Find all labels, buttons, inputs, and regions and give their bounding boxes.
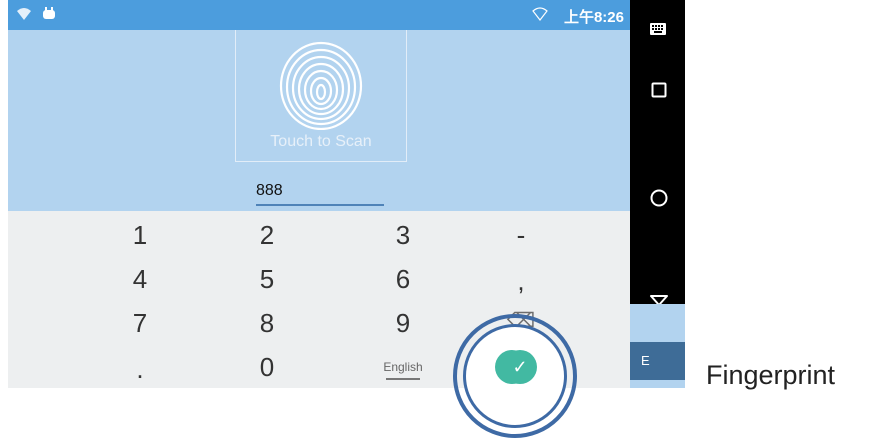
key-dash[interactable]: -: [486, 213, 556, 257]
navigation-bar: [630, 0, 685, 306]
key-9[interactable]: 9: [368, 301, 438, 345]
fingerprint-icon: [278, 38, 364, 135]
key-7[interactable]: 7: [105, 301, 175, 345]
wifi-icon: [16, 7, 32, 26]
scan-label: Touch to Scan: [270, 133, 372, 150]
language-key-label: English: [383, 360, 423, 374]
keyboard-icon[interactable]: [650, 22, 666, 40]
key-0[interactable]: 0: [232, 345, 302, 388]
key-4[interactable]: 4: [105, 257, 175, 301]
home-icon[interactable]: [650, 189, 668, 212]
key-8[interactable]: 8: [232, 301, 302, 345]
key-6[interactable]: 6: [368, 257, 438, 301]
fingerprint-caption: Fingerprint: [706, 360, 836, 390]
enter-button[interactable]: E: [630, 342, 685, 380]
key-3[interactable]: 3: [368, 213, 438, 257]
status-bar: 上午8:26: [8, 0, 638, 30]
fingerprint-scan-area[interactable]: Touch to Scan: [235, 30, 407, 162]
recents-icon[interactable]: [651, 82, 667, 103]
key-comma[interactable]: ,: [486, 259, 556, 303]
key-1[interactable]: 1: [105, 213, 175, 257]
wifi-outline-icon: [532, 7, 548, 26]
key-dot[interactable]: .: [105, 347, 175, 388]
status-time: 上午8:26: [563, 9, 624, 26]
confirm-button[interactable]: ✓: [503, 350, 537, 384]
language-key[interactable]: English: [368, 345, 438, 388]
checkmark-icon: ✓: [512, 357, 528, 377]
key-2[interactable]: 2: [232, 213, 302, 257]
pin-input[interactable]: 888: [256, 182, 384, 206]
key-5[interactable]: 5: [232, 257, 302, 301]
enter-button-label: E: [641, 353, 650, 368]
language-underline: [386, 378, 420, 380]
android-bot-icon: [42, 6, 56, 25]
